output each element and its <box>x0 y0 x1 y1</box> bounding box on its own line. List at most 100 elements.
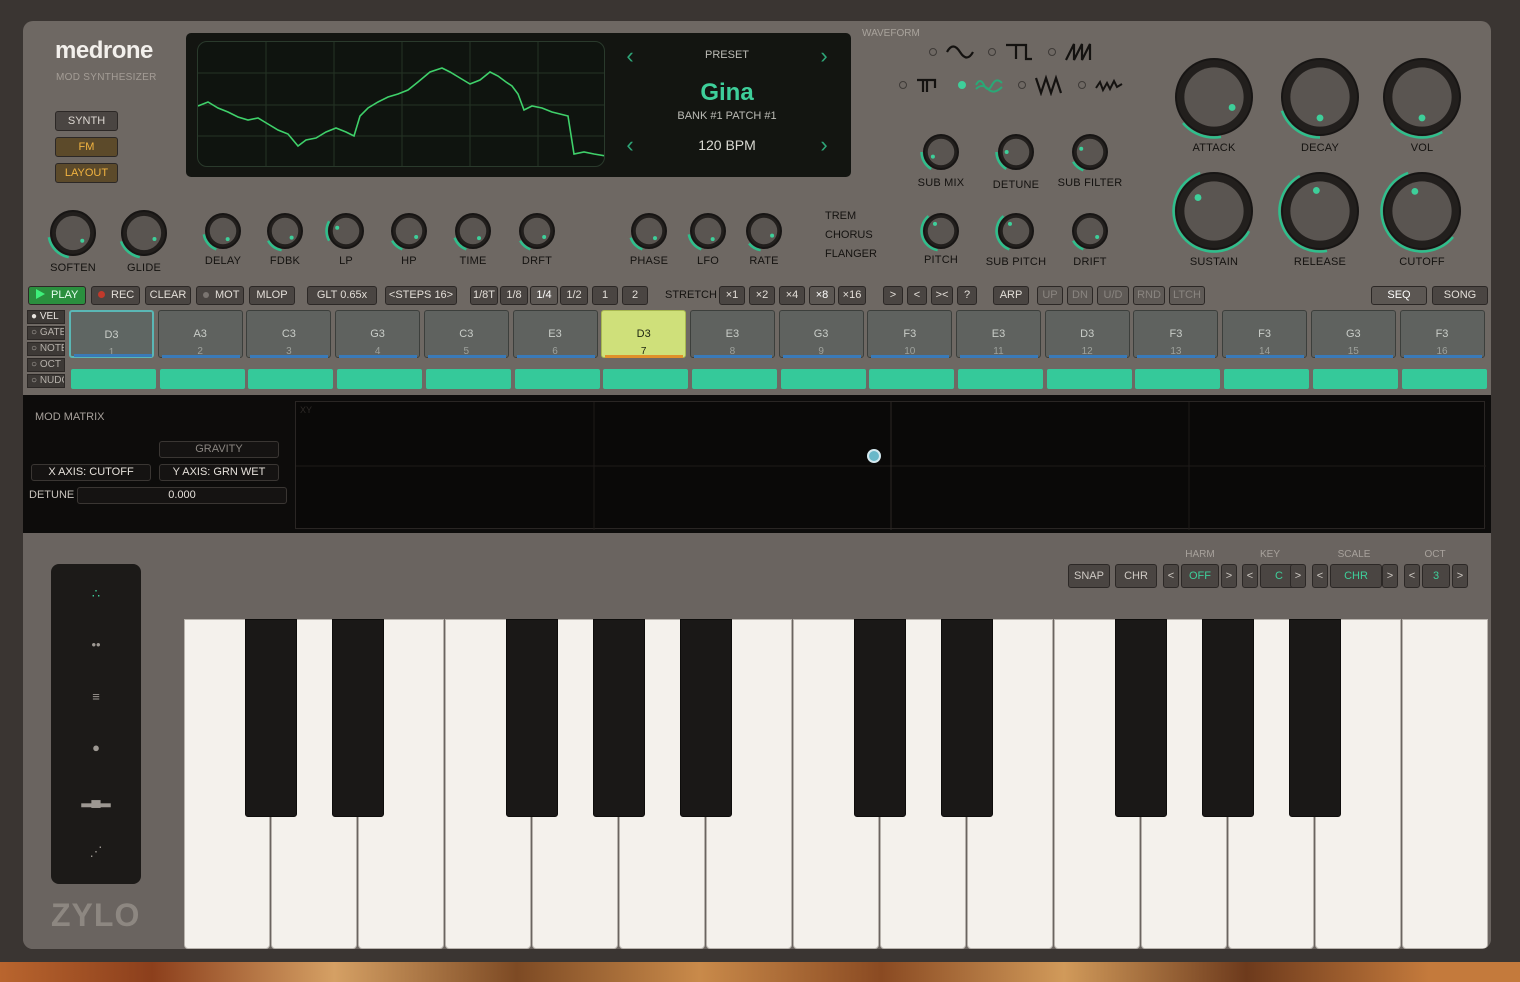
arp-latch-button[interactable]: LTCH <box>1169 286 1205 305</box>
piano-black-key[interactable] <box>1115 619 1167 817</box>
lane-nudge[interactable]: ○ NUDGE <box>27 374 65 388</box>
waveform-radio-noise[interactable] <box>1078 81 1086 89</box>
step-pad[interactable]: F3 16 <box>1399 310 1485 358</box>
step-pad[interactable]: C3 3 <box>246 310 332 358</box>
detune-value-field[interactable]: 0.000 <box>77 487 287 504</box>
play-button[interactable]: PLAY <box>28 286 86 305</box>
oct-prev-button[interactable]: < <box>1404 564 1420 588</box>
vol-knob[interactable] <box>1380 55 1464 139</box>
div-1-2-button[interactable]: 1/2 <box>560 286 588 305</box>
arp-random-button[interactable]: RND <box>1133 286 1165 305</box>
key-next-button[interactable]: > <box>1290 564 1306 588</box>
chr-button[interactable]: CHR <box>1115 564 1157 588</box>
scale-prev-button[interactable]: < <box>1312 564 1328 588</box>
two-dots-icon[interactable]: •• <box>51 637 141 652</box>
lp-knob[interactable] <box>325 210 367 252</box>
sine-wave-icon[interactable] <box>945 41 975 63</box>
sine-noise-wave-icon[interactable] <box>974 74 1004 96</box>
piano-black-key[interactable] <box>1202 619 1254 817</box>
x-axis-button[interactable]: X AXIS: CUTOFF <box>31 464 151 481</box>
scale-next-button[interactable]: > <box>1382 564 1398 588</box>
fdbk-knob[interactable] <box>264 210 306 252</box>
step-gate-bar[interactable] <box>1312 369 1398 389</box>
pitch-knob[interactable] <box>920 210 962 252</box>
step-gate-bar[interactable] <box>1046 369 1132 389</box>
stretch-x2-button[interactable]: ×2 <box>749 286 775 305</box>
song-tab[interactable]: SONG <box>1432 286 1488 305</box>
bars-icon[interactable]: ▂▄▂ <box>51 792 141 808</box>
steps-button[interactable]: <STEPS 16> <box>385 286 457 305</box>
dir-pingpong-button[interactable]: >< <box>931 286 953 305</box>
preset-prev-arrow[interactable]: ‹ <box>620 43 640 69</box>
sub-pitch-knob[interactable] <box>995 210 1037 252</box>
arp-up-button[interactable]: UP <box>1037 286 1063 305</box>
sub-mix-knob[interactable] <box>920 131 962 173</box>
step-pad[interactable]: G3 9 <box>778 310 864 358</box>
time-knob[interactable] <box>452 210 494 252</box>
arp-updown-button[interactable]: U/D <box>1097 286 1129 305</box>
synth-mode-button[interactable]: SYNTH <box>55 111 118 131</box>
square-wave-icon[interactable] <box>1004 41 1034 63</box>
seq-tab[interactable]: SEQ <box>1371 286 1427 305</box>
rate-knob[interactable] <box>743 210 785 252</box>
waveform-radio-multi-saw[interactable] <box>1018 81 1026 89</box>
cutoff-knob[interactable] <box>1380 169 1464 253</box>
piano-black-key[interactable] <box>854 619 906 817</box>
arp-down-button[interactable]: DN <box>1067 286 1093 305</box>
step-gate-bar[interactable] <box>1224 369 1310 389</box>
step-pad[interactable]: D3 12 <box>1044 310 1130 358</box>
piano-black-key[interactable] <box>245 619 297 817</box>
piano-black-key[interactable] <box>332 619 384 817</box>
div-2-button[interactable]: 2 <box>622 286 648 305</box>
harm-next-button[interactable]: > <box>1221 564 1237 588</box>
decay-knob[interactable] <box>1278 55 1362 139</box>
phase-knob[interactable] <box>628 210 670 252</box>
soften-knob[interactable] <box>47 207 99 259</box>
multi-saw-wave-icon[interactable] <box>1034 74 1064 96</box>
div-1-8-button[interactable]: 1/8 <box>500 286 528 305</box>
lane-note[interactable]: ○ NOTE <box>27 342 65 356</box>
arp-button[interactable]: ARP <box>993 286 1029 305</box>
dir-random-button[interactable]: ? <box>957 286 977 305</box>
step-gate-bar[interactable] <box>71 369 156 389</box>
glide-knob[interactable] <box>118 207 170 259</box>
key-prev-button[interactable]: < <box>1242 564 1258 588</box>
sustain-knob[interactable] <box>1172 169 1256 253</box>
lane-gate[interactable]: ○ GATE <box>27 326 65 340</box>
step-gate-bar[interactable] <box>514 369 600 389</box>
div-1-8t-button[interactable]: 1/8T <box>470 286 498 305</box>
step-pad[interactable]: F3 10 <box>867 310 953 358</box>
div-1-button[interactable]: 1 <box>592 286 618 305</box>
triangle-dots-icon[interactable]: ∴ <box>51 586 141 602</box>
sub-filter-knob[interactable] <box>1069 131 1111 173</box>
div-1-4-button[interactable]: 1/4 <box>530 286 558 305</box>
step-pad[interactable]: E3 8 <box>689 310 775 358</box>
piano-black-key[interactable] <box>680 619 732 817</box>
lane-oct[interactable]: ○ OCT <box>27 358 65 372</box>
bpm-prev-arrow[interactable]: ‹ <box>620 132 640 158</box>
hp-knob[interactable] <box>388 210 430 252</box>
piano-black-key[interactable] <box>941 619 993 817</box>
delay-knob[interactable] <box>202 210 244 252</box>
fm-mode-button[interactable]: FM <box>55 137 118 157</box>
detune-knob[interactable] <box>995 131 1037 173</box>
y-axis-button[interactable]: Y AXIS: GRN WET <box>159 464 279 481</box>
step-gate-bar[interactable] <box>869 369 955 389</box>
mot-button[interactable]: MOT <box>196 286 244 305</box>
list-icon[interactable]: ≡ <box>51 689 141 704</box>
stretch-x4-button[interactable]: ×4 <box>779 286 805 305</box>
lane-vel[interactable]: ● VEL <box>27 310 65 324</box>
step-gate-bar[interactable] <box>780 369 866 389</box>
attack-knob[interactable] <box>1172 55 1256 139</box>
step-gate-bar[interactable] <box>1135 369 1221 389</box>
step-gate-bar[interactable] <box>958 369 1043 389</box>
piano-black-key[interactable] <box>1289 619 1341 817</box>
clear-button[interactable]: CLEAR <box>145 286 191 305</box>
dir-forward-button[interactable]: > <box>883 286 903 305</box>
snap-button[interactable]: SNAP <box>1068 564 1110 588</box>
trem-mode[interactable]: TREM <box>825 210 856 222</box>
xy-handle[interactable] <box>867 449 881 463</box>
step-pad[interactable]: F3 13 <box>1133 310 1219 358</box>
drft-knob[interactable] <box>516 210 558 252</box>
step-pad[interactable]: C3 5 <box>423 310 509 358</box>
